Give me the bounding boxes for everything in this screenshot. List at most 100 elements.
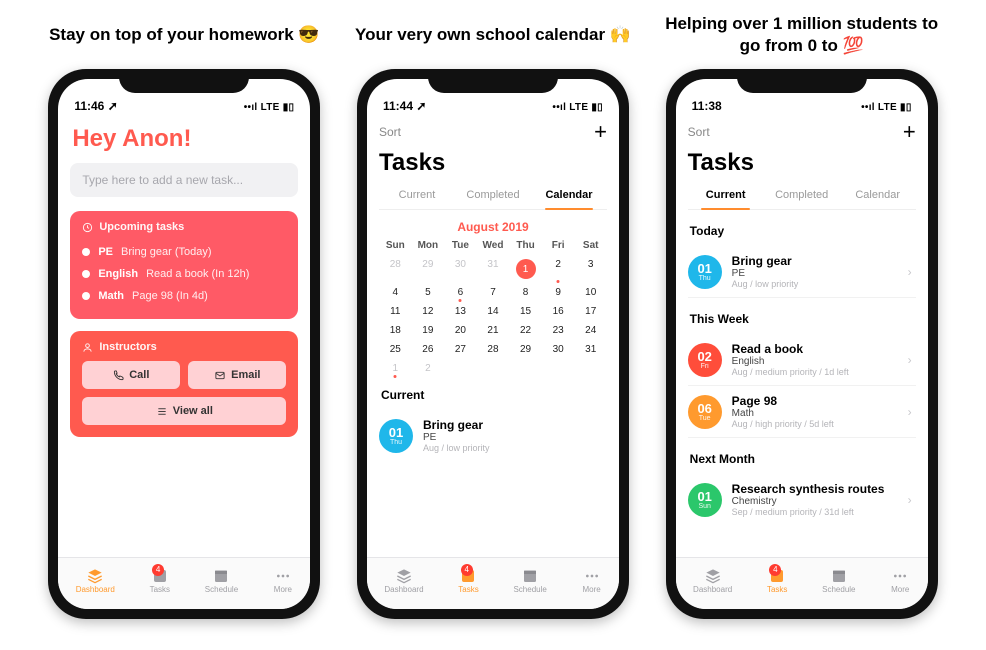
tabbar-more[interactable]: More: [582, 568, 602, 594]
upcoming-task-item[interactable]: English Read a book (In 12h): [82, 263, 286, 285]
calendar-day[interactable]: 30: [542, 344, 575, 355]
calendar-day[interactable]: 27: [444, 344, 477, 355]
app-store-slide-3: Helping over 1 million students to go fr…: [657, 12, 946, 619]
email-button[interactable]: Email: [188, 361, 286, 389]
tabbar-more[interactable]: More: [890, 568, 910, 594]
calendar-day[interactable]: 10: [574, 287, 607, 298]
tabbar-schedule[interactable]: Schedule: [513, 568, 546, 594]
person-icon: [82, 342, 93, 353]
calendar-day[interactable]: 22: [509, 325, 542, 336]
upcoming-task-item[interactable]: Math Page 98 (In 4d): [82, 285, 286, 307]
task-subject: Chemistry: [732, 496, 885, 507]
upcoming-task-item[interactable]: PE Bring gear (Today): [82, 241, 286, 263]
bullet-icon: [82, 292, 90, 300]
calendar-day[interactable]: 14: [477, 306, 510, 317]
section-thisweek: This Week: [690, 312, 916, 326]
calendar-day[interactable]: 15: [509, 306, 542, 317]
calendar-day[interactable]: 4: [379, 287, 412, 298]
task-row[interactable]: 02 Fri Read a book English Aug / medium …: [688, 334, 916, 386]
view-all-button[interactable]: View all: [82, 397, 286, 425]
tabbar-schedule[interactable]: Schedule: [822, 568, 855, 594]
add-button[interactable]: +: [903, 119, 916, 145]
calendar-day[interactable]: 11: [379, 306, 412, 317]
calendar-day[interactable]: 24: [574, 325, 607, 336]
tab-completed[interactable]: Completed: [764, 183, 840, 209]
calendar-day[interactable]: 31: [477, 259, 510, 279]
add-button[interactable]: +: [594, 119, 607, 145]
task-title: Read a book: [732, 342, 849, 356]
clock-icon: [82, 222, 93, 233]
status-time: 11:44 ➚: [383, 99, 426, 113]
task-row[interactable]: 01 Thu Bring gear PE Aug / low priority …: [688, 246, 916, 298]
tabbar-dashboard[interactable]: Dashboard: [384, 568, 423, 594]
calendar-day[interactable]: 6: [444, 287, 477, 298]
tab-bar: Dashboard 4 Tasks Schedule More: [367, 557, 619, 609]
calendar-day[interactable]: 30: [444, 259, 477, 279]
tabbar-schedule[interactable]: Schedule: [205, 568, 238, 594]
calendar-day[interactable]: 25: [379, 344, 412, 355]
tabbar-dashboard[interactable]: Dashboard: [693, 568, 732, 594]
new-task-input[interactable]: Type here to add a new task...: [70, 163, 298, 197]
tabbar-more[interactable]: More: [273, 568, 293, 594]
tabbar-dashboard[interactable]: Dashboard: [76, 568, 115, 594]
calendar-day[interactable]: 9: [542, 287, 575, 298]
tab-current[interactable]: Current: [688, 183, 764, 209]
tab-completed[interactable]: Completed: [455, 183, 531, 209]
calendar-day[interactable]: 28: [477, 344, 510, 355]
calendar-day[interactable]: 1: [379, 363, 412, 374]
task-subject: English: [732, 356, 849, 367]
calendar-day[interactable]: 31: [574, 344, 607, 355]
calendar-day[interactable]: 29: [509, 344, 542, 355]
calendar-day[interactable]: 16: [542, 306, 575, 317]
tab-calendar[interactable]: Calendar: [531, 183, 607, 209]
tabbar-tasks[interactable]: 4 Tasks: [458, 568, 478, 594]
calendar-day-selected[interactable]: 1: [509, 259, 542, 279]
tabbar-tasks[interactable]: 4 Tasks: [767, 568, 787, 594]
tasks-tabs: Current Completed Calendar: [688, 183, 916, 210]
sort-button[interactable]: Sort: [688, 125, 710, 139]
more-icon: [273, 568, 293, 584]
calendar-month-label: August 2019: [379, 220, 607, 234]
calendar-day[interactable]: 13: [444, 306, 477, 317]
sort-button[interactable]: Sort: [379, 125, 401, 139]
calendar-day[interactable]: 18: [379, 325, 412, 336]
calendar-day[interactable]: 7: [477, 287, 510, 298]
calendar-day[interactable]: 29: [412, 259, 445, 279]
tabbar-tasks[interactable]: 4 Tasks: [150, 568, 170, 594]
calendar-day[interactable]: 2: [412, 363, 445, 374]
calendar-day[interactable]: 17: [574, 306, 607, 317]
chevron-right-icon: ›: [908, 405, 912, 419]
calendar-day[interactable]: 2: [542, 259, 575, 279]
tasks-badge: 4: [152, 564, 164, 576]
task-row[interactable]: 06 Tue Page 98 Math Aug / high priority …: [688, 386, 916, 438]
status-signal: ••ıl LTE ▮▯: [552, 102, 603, 113]
calendar-day[interactable]: 8: [509, 287, 542, 298]
calendar-day[interactable]: 5: [412, 287, 445, 298]
calendar-day[interactable]: 20: [444, 325, 477, 336]
task-title: Research synthesis routes: [732, 482, 885, 496]
tab-calendar[interactable]: Calendar: [840, 183, 916, 209]
tasks-badge: 4: [461, 564, 473, 576]
task-row[interactable]: 01 Sun Research synthesis routes Chemist…: [688, 474, 916, 525]
calendar-day[interactable]: 23: [542, 325, 575, 336]
calendar-day[interactable]: 28: [379, 259, 412, 279]
tasks-tabs: Current Completed Calendar: [379, 183, 607, 210]
call-button[interactable]: Call: [82, 361, 180, 389]
calendar-icon: [520, 568, 540, 584]
section-today: Today: [690, 224, 916, 238]
page-title: Tasks: [379, 149, 607, 177]
tab-current[interactable]: Current: [379, 183, 455, 209]
date-badge: 06 Tue: [688, 395, 722, 429]
date-badge: 02 Fri: [688, 343, 722, 377]
instructors-header: Instructors: [82, 341, 286, 353]
task-row[interactable]: 01 Thu Bring gear PE Aug / low priority: [379, 410, 607, 461]
calendar-icon: [829, 568, 849, 584]
slide-title: Helping over 1 million students to go fr…: [657, 12, 946, 57]
calendar-day[interactable]: 19: [412, 325, 445, 336]
task-title: Bring gear: [732, 254, 799, 268]
task-title: Bring gear: [423, 418, 490, 432]
calendar-day[interactable]: 12: [412, 306, 445, 317]
calendar-day[interactable]: 3: [574, 259, 607, 279]
calendar-day[interactable]: 21: [477, 325, 510, 336]
calendar-day[interactable]: 26: [412, 344, 445, 355]
